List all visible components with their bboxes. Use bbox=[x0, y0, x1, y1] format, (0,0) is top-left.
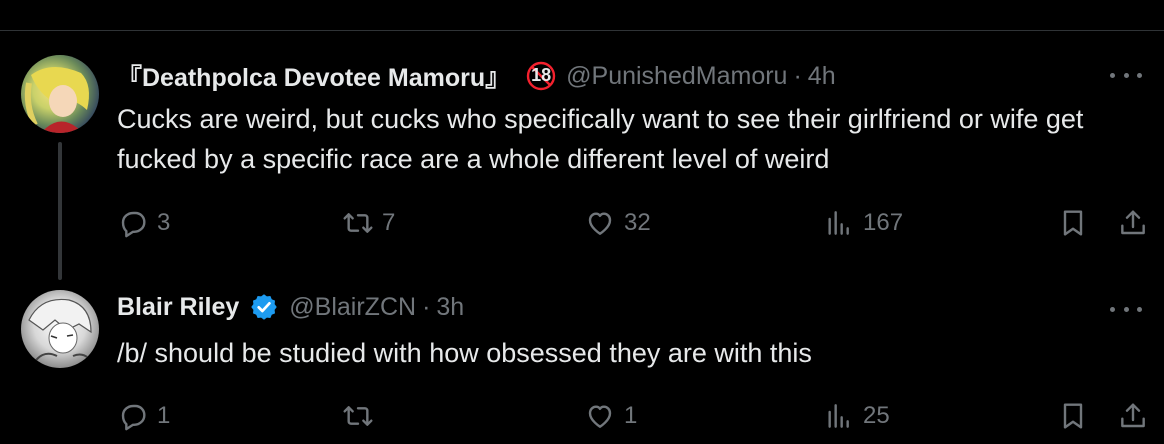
tweet-text: Cucks are weird, but cucks who specifica… bbox=[117, 104, 1084, 174]
tweet-header: 『Deathpolca Devotee Mamoru』 18 @Punished… bbox=[117, 58, 836, 94]
timestamp[interactable]: 4h bbox=[808, 62, 836, 91]
tweet[interactable]: Blair Riley @BlairZCN · 3h /b/ should be… bbox=[0, 290, 1164, 444]
age-badge-text: 18 bbox=[531, 65, 552, 85]
timestamp[interactable]: 3h bbox=[436, 293, 464, 322]
like-button[interactable]: 1 bbox=[584, 396, 637, 436]
avatar[interactable] bbox=[21, 290, 99, 368]
thread-line bbox=[58, 142, 62, 280]
avatar-image bbox=[28, 298, 96, 368]
display-name[interactable]: 『Deathpolca Devotee Mamoru』 bbox=[117, 58, 510, 94]
bookmark-button[interactable] bbox=[1057, 203, 1089, 243]
share-button[interactable] bbox=[1117, 203, 1149, 243]
reply-button[interactable]: 1 bbox=[117, 396, 170, 436]
repost-button[interactable] bbox=[342, 396, 382, 436]
tweet-text: /b/ should be studied with how obsessed … bbox=[117, 338, 812, 368]
handle[interactable]: @PunishedMamoru bbox=[566, 62, 787, 91]
reply-count: 1 bbox=[157, 402, 171, 429]
like-icon bbox=[588, 212, 612, 235]
like-button[interactable]: 32 bbox=[584, 203, 651, 243]
like-count: 32 bbox=[624, 209, 651, 236]
reply-button[interactable]: 3 bbox=[117, 203, 170, 243]
repost-icon bbox=[343, 213, 373, 233]
share-icon bbox=[1121, 403, 1145, 428]
separator: · bbox=[422, 292, 431, 321]
view-count: 167 bbox=[863, 209, 904, 236]
bookmark-button[interactable] bbox=[1057, 396, 1089, 436]
avatar[interactable] bbox=[21, 55, 99, 133]
separator: · bbox=[793, 61, 802, 90]
views-button[interactable]: 167 bbox=[823, 203, 903, 243]
repost-button[interactable]: 7 bbox=[342, 203, 395, 243]
more-icon[interactable] bbox=[1110, 65, 1142, 85]
more-icon[interactable] bbox=[1110, 299, 1142, 319]
display-name[interactable]: Blair Riley bbox=[117, 293, 239, 322]
share-icon bbox=[1121, 210, 1145, 235]
reply-icon bbox=[121, 404, 146, 431]
views-icon bbox=[828, 404, 849, 428]
action-bar: 1 1 25 bbox=[117, 396, 1157, 436]
bookmark-icon bbox=[1063, 210, 1083, 236]
views-button[interactable]: 25 bbox=[823, 396, 890, 436]
reply-icon bbox=[121, 211, 146, 238]
action-bar: 3 7 32 167 bbox=[117, 203, 1157, 243]
repost-icon bbox=[343, 406, 373, 426]
bookmark-icon bbox=[1063, 403, 1083, 429]
views-icon bbox=[828, 211, 849, 235]
reply-count: 3 bbox=[157, 209, 171, 236]
like-count: 1 bbox=[624, 402, 638, 429]
tweet-header: Blair Riley @BlairZCN · 3h bbox=[117, 292, 464, 322]
share-button[interactable] bbox=[1117, 396, 1149, 436]
avatar-image bbox=[24, 66, 89, 133]
like-icon bbox=[588, 405, 612, 428]
repost-count: 7 bbox=[382, 209, 396, 236]
handle[interactable]: @BlairZCN bbox=[289, 293, 416, 322]
tweet[interactable]: 『Deathpolca Devotee Mamoru』 18 @Punished… bbox=[0, 0, 1164, 290]
view-count: 25 bbox=[863, 402, 890, 429]
age-restricted-icon: 18 bbox=[526, 61, 556, 91]
verified-icon[interactable] bbox=[249, 292, 279, 322]
